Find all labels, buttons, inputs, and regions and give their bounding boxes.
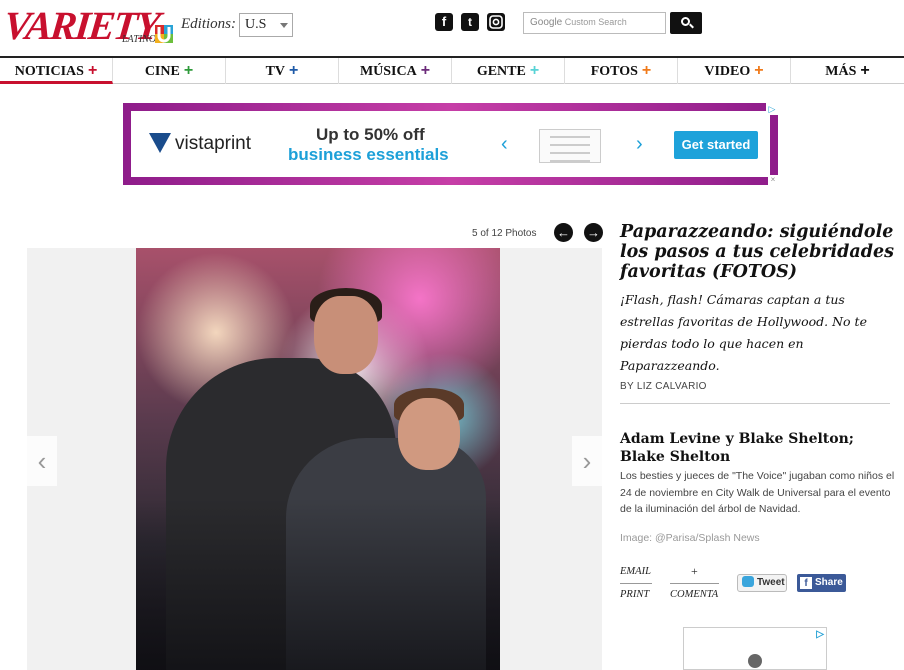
editions-value: U.S xyxy=(245,17,267,32)
caption-title: Adam Levine y Blake Shelton; Blake Shelt… xyxy=(620,431,854,465)
divider xyxy=(620,403,890,404)
search-input[interactable]: Google Custom Search xyxy=(523,12,666,34)
facebook-icon: f xyxy=(800,577,812,589)
chevron-right-icon[interactable]: › xyxy=(636,133,643,156)
photo-credit: Image: @Parisa/Splash News xyxy=(620,532,760,544)
slide-next-button[interactable]: › xyxy=(572,436,602,486)
instagram-icon[interactable] xyxy=(487,13,505,31)
chevron-left-icon[interactable]: ‹ xyxy=(501,133,508,156)
main-nav: NOTICIAS + CINE + TV + MÚSICA + GENTE + FOTOS… xyxy=(0,56,904,84)
search-placeholder: Custom Search xyxy=(564,17,627,27)
tweet-button[interactable]: Tweet xyxy=(737,574,787,592)
nav-item-gente[interactable]: GENTE + xyxy=(452,58,565,84)
nav-item-tv[interactable]: TV + xyxy=(226,58,339,84)
plus-icon: + xyxy=(420,62,431,79)
print-link[interactable]: PRINT xyxy=(620,589,649,600)
nav-label: MÁS xyxy=(825,64,857,79)
nav-item-noticias[interactable]: NOTICIAS + xyxy=(0,58,113,84)
slide-prev-button[interactable]: ‹ xyxy=(27,436,57,486)
nav-item-cine[interactable]: CINE + xyxy=(113,58,226,84)
email-link[interactable]: EMAIL xyxy=(620,566,651,577)
plus-icon: + xyxy=(183,62,194,79)
google-brand: Google xyxy=(530,17,563,28)
ad-subheadline: business essentials xyxy=(288,145,449,164)
business-card-image xyxy=(539,129,601,163)
chevron-down-icon xyxy=(280,23,288,28)
nav-item-fotos[interactable]: FOTOS + xyxy=(565,58,678,84)
nav-item-musica[interactable]: MÚSICA + xyxy=(339,58,452,84)
nav-label: FOTOS xyxy=(590,64,638,79)
variety-latino-logo[interactable]: VARIETY LATINO xyxy=(2,3,174,48)
caption-text: Los besties y jueces de "The Voice" juga… xyxy=(620,470,895,515)
ad-close-icon[interactable]: × xyxy=(768,175,778,185)
plus-icon: + xyxy=(289,62,299,79)
nav-label: MÚSICA xyxy=(359,64,417,79)
ad-banner[interactable]: vistaprint Up to 50% off business essent… xyxy=(123,103,778,185)
tweet-label: Tweet xyxy=(757,577,785,588)
plus-icon: + xyxy=(860,62,870,79)
gallery-photo xyxy=(136,248,500,670)
search-button[interactable] xyxy=(670,12,702,34)
adchoices-icon[interactable]: ▷ xyxy=(766,103,778,115)
facebook-share-button[interactable]: f Share xyxy=(797,574,846,592)
nav-label: TV xyxy=(265,64,286,79)
plus-icon: + xyxy=(641,62,652,79)
nav-label: GENTE xyxy=(476,64,526,79)
article-dek: ¡Flash, flash! Cámaras captan a tus estr… xyxy=(620,292,867,373)
editions-select[interactable]: U.S xyxy=(239,13,293,37)
nav-label: NOTICIAS xyxy=(14,64,84,79)
plus-icon: + xyxy=(754,62,764,79)
twitter-bird-icon xyxy=(742,576,754,587)
facebook-icon[interactable]: f xyxy=(435,13,453,31)
article-title: Paparazzeando: siguiéndole los pasos a t… xyxy=(620,222,894,282)
photo-counter: 5 of 12 Photos xyxy=(472,228,537,239)
photo-stage xyxy=(27,248,602,670)
vistaprint-logo-icon xyxy=(149,133,171,153)
adchoices-icon[interactable]: ▷ xyxy=(816,629,824,640)
logo-sub: LATINO xyxy=(122,34,157,45)
ad-brand: vistaprint xyxy=(175,133,252,154)
site-header: VARIETY LATINO Editions: U.S f t Google … xyxy=(0,0,904,56)
next-photo-button[interactable]: → xyxy=(584,223,603,242)
twitter-icon[interactable]: t xyxy=(461,13,479,31)
share-label: Share xyxy=(815,577,843,588)
ad-headline: Up to 50% off xyxy=(316,125,425,144)
ad-content: vistaprint Up to 50% off business essent… xyxy=(131,111,770,177)
nav-label: CINE xyxy=(144,64,180,79)
comment-link[interactable]: COMENTA xyxy=(670,589,718,600)
prev-photo-button[interactable]: ← xyxy=(554,223,573,242)
nav-item-mas[interactable]: MÁS + xyxy=(791,58,904,84)
get-started-button[interactable]: Get started xyxy=(674,131,758,159)
nav-label: VIDEO xyxy=(704,64,751,79)
article-byline: BY LIZ CALVARIO xyxy=(620,381,707,392)
editions-label: Editions: xyxy=(181,16,236,32)
plus-icon: + xyxy=(529,62,540,79)
nav-item-video[interactable]: VIDEO + xyxy=(678,58,791,84)
plus-icon: + xyxy=(87,62,98,79)
sidebar-ad[interactable]: ▷ xyxy=(683,627,827,670)
plus-icon[interactable]: + xyxy=(691,564,698,579)
article-header: Paparazzeando: siguiéndole los pasos a t… xyxy=(620,222,898,392)
univision-icon xyxy=(155,25,173,43)
